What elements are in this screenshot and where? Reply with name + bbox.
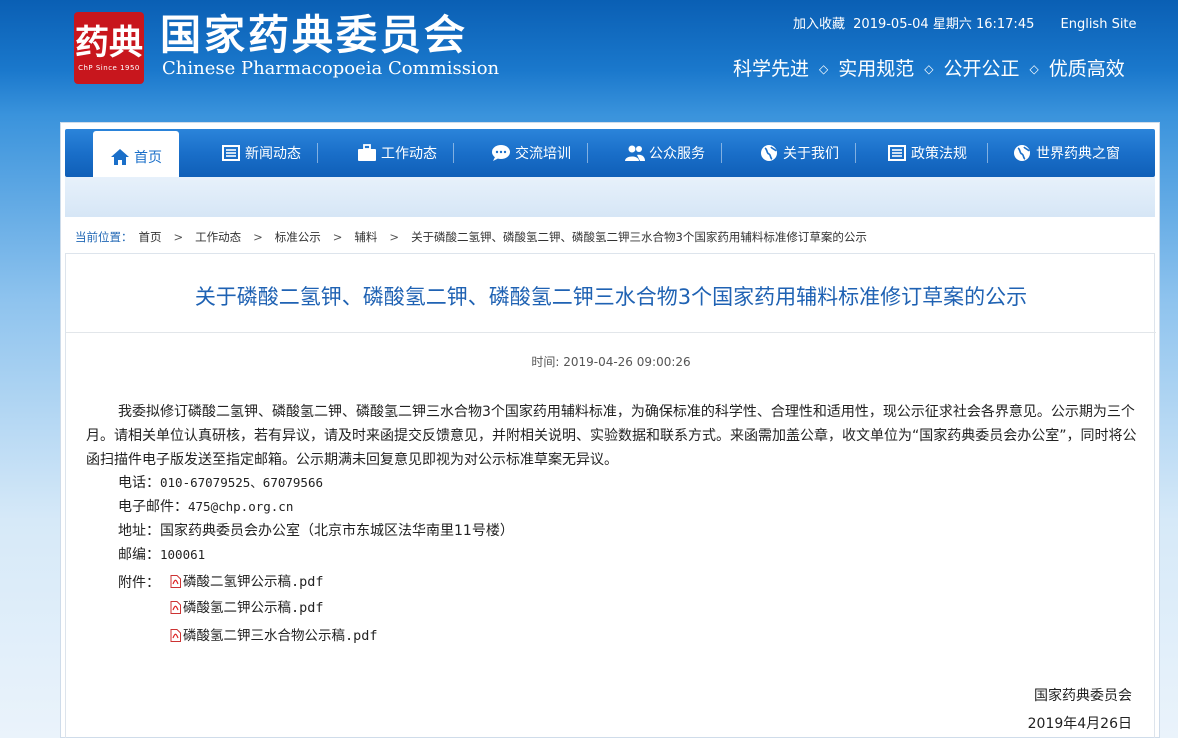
users-icon: [625, 145, 645, 161]
nav-divider: [317, 143, 318, 163]
nav-item-public-service[interactable]: 公众服务: [613, 129, 717, 177]
attachment-link[interactable]: 磷酸氢二钾三水合物公示稿.pdf: [170, 626, 378, 646]
nav-divider: [987, 143, 988, 163]
attachments-label: 附件：: [118, 575, 160, 591]
nav-item-label: 世界药典之窗: [1036, 146, 1120, 162]
nav-item-label: 关于我们: [783, 146, 839, 162]
slogan: 优质高效: [1048, 58, 1125, 80]
nav-divider: [453, 143, 454, 163]
nav-divider: [855, 143, 856, 163]
phone-label: 电话：: [118, 475, 160, 491]
chat-icon: [492, 145, 510, 161]
signature-org: 国家药典委员会: [1034, 688, 1132, 704]
slogan-separator: ◇: [924, 62, 934, 76]
address-value: 国家药典委员会办公室（北京市东城区法华南里11号楼）: [160, 523, 514, 539]
nav-item-label: 首页: [134, 150, 162, 166]
breadcrumb-item[interactable]: 首页: [139, 230, 162, 244]
nav-item-label: 工作动态: [381, 146, 437, 162]
english-site-link[interactable]: English Site: [1061, 17, 1137, 32]
nav-item-work[interactable]: 工作动态: [345, 129, 449, 177]
pdf-file-icon: [170, 601, 181, 614]
contact-email: 电子邮件：475@chp.org.cn: [118, 496, 293, 518]
bookmark-link[interactable]: 加入收藏: [793, 17, 845, 32]
seal-glyph: 药典: [75, 23, 143, 63]
attachment-name: 磷酸氢二钾三水合物公示稿.pdf: [183, 628, 378, 644]
nav-item-label: 交流培训: [515, 146, 571, 162]
nav-divider: [587, 143, 588, 163]
nav-item-world-pharmacopoeia[interactable]: 世界药典之窗: [1001, 129, 1131, 177]
nav-item-policy[interactable]: 政策法规: [875, 129, 979, 177]
globe-icon: [1014, 145, 1030, 161]
email-label: 电子邮件：: [118, 499, 188, 515]
breadcrumb-separator: >: [253, 230, 263, 244]
zip-label: 邮编：: [118, 547, 160, 563]
address-label: 地址：: [118, 523, 160, 539]
email-value[interactable]: 475@chp.org.cn: [188, 499, 293, 514]
attachment-link[interactable]: 磷酸二氢钾公示稿.pdf: [170, 572, 324, 592]
briefcase-icon: [358, 144, 376, 161]
breadcrumb-separator: >: [173, 230, 184, 244]
pdf-file-icon: [170, 575, 181, 588]
slogan-separator: ◇: [819, 62, 829, 76]
top-links: 加入收藏 2019-05-04 星期六 16:17:45 English Sit…: [793, 16, 1141, 34]
main-nav: 首页 新闻动态 工作动态 交流培训 公众服务 关于我们 政策法规 世界药典之窗: [65, 129, 1155, 183]
attachment-name: 磷酸氢二钾公示稿.pdf: [183, 600, 324, 616]
phone-value: 010-67079525、67079566: [160, 475, 324, 490]
article-title: 关于磷酸二氢钾、磷酸氢二钾、磷酸氢二钾三水合物3个国家药用辅料标准修订草案的公示: [194, 285, 1028, 309]
slogan: 公开公正: [943, 58, 1020, 80]
title-divider: [66, 332, 1156, 333]
site-header: 药典 ChP Since 1950 国家药典委员会 Chinese Pharma…: [0, 0, 1178, 122]
breadcrumb-current: 关于磷酸二氢钾、磷酸氢二钾、磷酸氢二钾三水合物3个国家药用辅料标准修订草案的公示: [411, 230, 867, 244]
nav-item-home[interactable]: 首页: [93, 131, 179, 183]
breadcrumb-item[interactable]: 工作动态: [195, 230, 241, 244]
article-time: 时间: 2019-04-26 09:00:26: [531, 355, 691, 369]
attachment-name: 磷酸二氢钾公示稿.pdf: [183, 574, 324, 590]
slogans: 科学先进 ◇ 实用规范 ◇ 公开公正 ◇ 优质高效: [733, 56, 1125, 82]
pdf-file-icon: [170, 629, 181, 642]
slogan: 科学先进: [733, 58, 810, 80]
site-title-cn[interactable]: 国家药典委员会: [160, 8, 468, 62]
article-body: 我委拟修订磷酸二氢钾、磷酸氢二钾、磷酸氢二钾三水合物3个国家药用辅料标准，为确保…: [86, 400, 1138, 472]
main-container: 首页 新闻动态 工作动态 交流培训 公众服务 关于我们 政策法规 世界药典之窗 …: [60, 122, 1160, 738]
globe-icon: [761, 145, 777, 161]
logo-seal[interactable]: 药典 ChP Since 1950: [74, 12, 144, 84]
zip-value: 100061: [160, 547, 206, 562]
signature-date: 2019年4月26日: [1027, 716, 1132, 732]
slogan: 实用规范: [838, 58, 915, 80]
home-icon: [111, 149, 129, 165]
nav-item-label: 新闻动态: [245, 146, 301, 162]
breadcrumb-item[interactable]: 辅料: [354, 230, 377, 244]
contact-phone: 电话：010-67079525、67079566: [118, 472, 323, 494]
list-icon: [888, 145, 906, 161]
article-paragraph: 我委拟修订磷酸二氢钾、磷酸氢二钾、磷酸氢二钾三水合物3个国家药用辅料标准，为确保…: [86, 404, 1137, 468]
nav-divider: [721, 143, 722, 163]
contact-address: 地址：国家药典委员会办公室（北京市东城区法华南里11号楼）: [118, 520, 514, 542]
breadcrumb-item[interactable]: 标准公示: [275, 230, 321, 244]
contact-zip: 邮编：100061: [118, 544, 205, 566]
breadcrumb-separator: >: [332, 230, 343, 244]
sub-nav-bar: [65, 177, 1155, 217]
nav-item-training[interactable]: 交流培训: [479, 129, 583, 177]
breadcrumb: 当前位置： 首页 > 工作动态 > 标准公示 > 辅料 > 关于磷酸二氢钾、磷酸氢二钾、磷酸氢二钾…: [75, 229, 867, 245]
slogan-separator: ◇: [1029, 62, 1039, 76]
nav-item-news[interactable]: 新闻动态: [209, 129, 313, 177]
seal-subtitle: ChP Since 1950: [78, 64, 140, 72]
attachment-link[interactable]: 磷酸氢二钾公示稿.pdf: [170, 598, 324, 618]
article: 关于磷酸二氢钾、磷酸氢二钾、磷酸氢二钾三水合物3个国家药用辅料标准修订草案的公示…: [65, 253, 1156, 738]
breadcrumb-label: 当前位置：: [75, 230, 133, 244]
nav-item-about[interactable]: 关于我们: [747, 129, 851, 177]
breadcrumb-separator: >: [389, 230, 400, 244]
nav-item-label: 政策法规: [911, 146, 967, 162]
news-icon: [222, 145, 240, 161]
nav-item-label: 公众服务: [649, 146, 705, 162]
site-title-en[interactable]: Chinese Pharmacopoeia Commission: [162, 58, 499, 80]
datetime-text: 2019-05-04 星期六 16:17:45: [853, 17, 1035, 32]
